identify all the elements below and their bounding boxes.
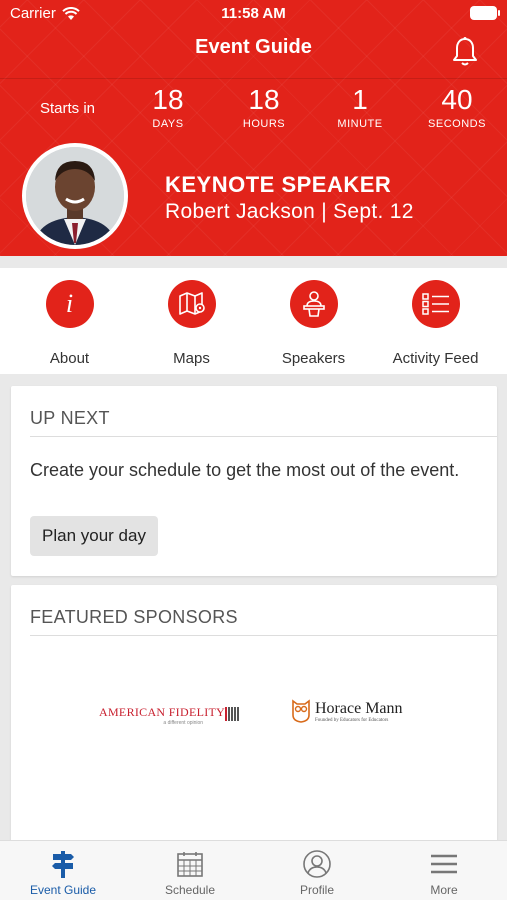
quick-links: i About Maps Speakers Activity Feed — [0, 268, 507, 374]
speaker-photo-frame[interactable] — [22, 143, 128, 249]
signpost-icon — [52, 851, 74, 878]
card-divider — [30, 436, 497, 437]
up-next-title: UP NEXT — [30, 408, 110, 428]
up-next-card: UP NEXT Create your schedule to get the … — [11, 386, 497, 576]
minutes-value: 1 — [352, 84, 368, 115]
bell-icon[interactable] — [451, 36, 479, 68]
tab-profile[interactable]: Profile — [254, 849, 380, 897]
tab-more[interactable]: More — [381, 849, 507, 897]
plan-your-day-button[interactable]: Plan your day — [30, 516, 158, 556]
page-title: Event Guide — [195, 36, 312, 58]
sponsor-name: AMERICAN FIDELITY — [99, 705, 226, 719]
status-bar: Carrier 11:58 AM — [0, 0, 507, 28]
sponsor-horace-mann[interactable]: Horace Mann Founded by Educators for Edu… — [291, 699, 403, 723]
tab-event-guide[interactable]: Event Guide — [0, 849, 126, 897]
header-divider — [0, 78, 507, 79]
countdown-minutes: 1 MINUTE — [320, 84, 400, 130]
avatar — [26, 147, 124, 245]
keynote-subtitle: Robert Jackson | Sept. 12 — [165, 200, 414, 223]
sponsor-american-fidelity[interactable]: AMERICAN FIDELITY a different opinion — [99, 705, 240, 726]
tab-label: Event Guide — [29, 883, 97, 897]
map-icon — [167, 280, 216, 328]
profile-icon — [303, 850, 331, 878]
countdown: Starts in 18 DAYS 18 HOURS 1 MINUTE 40 S… — [0, 84, 507, 134]
quick-link-speakers[interactable]: Speakers — [251, 280, 376, 367]
hours-label: HOURS — [242, 118, 286, 130]
countdown-days: 18 DAYS — [128, 84, 208, 130]
speaker-icon — [289, 280, 338, 328]
up-next-text: Create your schedule to get the most out… — [30, 460, 460, 480]
menu-icon — [431, 854, 457, 874]
tab-label: More — [430, 883, 458, 897]
quick-link-about[interactable]: i About — [7, 280, 132, 367]
quick-link-label: Speakers — [281, 350, 346, 367]
card-divider — [30, 635, 497, 636]
quick-link-label: Activity Feed — [392, 350, 479, 367]
hero-header: Carrier 11:58 AM Event Guide Starts in 1… — [0, 0, 507, 256]
quick-link-label: Maps — [173, 350, 210, 367]
sponsor-tagline: a different opinion — [163, 720, 204, 726]
sponsors-title: FEATURED SPONSORS — [30, 607, 238, 627]
sponsor-name: Horace Mann — [315, 699, 403, 717]
owl-logo-icon — [292, 699, 310, 723]
starts-in-label: Starts in — [40, 100, 96, 117]
tab-bar: Event Guide Schedule Profile More — [0, 840, 507, 900]
days-label: DAYS — [152, 118, 184, 130]
days-value: 18 — [152, 84, 184, 115]
american-fidelity-logo-icon — [225, 707, 240, 721]
tab-schedule[interactable]: Schedule — [127, 849, 253, 897]
activity-feed-icon — [411, 280, 460, 328]
tab-label: Schedule — [164, 883, 216, 897]
quick-link-maps[interactable]: Maps — [129, 280, 254, 367]
tab-label: Profile — [299, 883, 334, 897]
featured-sponsors-card: FEATURED SPONSORS AMERICAN FIDELITY a di… — [11, 585, 497, 845]
hours-value: 18 — [248, 84, 280, 115]
quick-link-label: About — [49, 350, 90, 367]
countdown-seconds: 40 SECONDS — [417, 84, 497, 130]
minutes-label: MINUTE — [337, 118, 383, 130]
quick-link-activity-feed[interactable]: Activity Feed — [373, 280, 498, 367]
countdown-hours: 18 HOURS — [224, 84, 304, 130]
keynote-title: KEYNOTE SPEAKER — [165, 172, 392, 197]
seconds-label: SECONDS — [428, 118, 486, 130]
sponsor-tagline: Founded by Educators for Educators — [315, 717, 389, 723]
calendar-icon — [177, 852, 203, 877]
battery-icon — [470, 6, 500, 20]
info-icon: i — [45, 280, 94, 328]
clock: 11:58 AM — [221, 5, 286, 22]
seconds-value: 40 — [441, 84, 473, 115]
